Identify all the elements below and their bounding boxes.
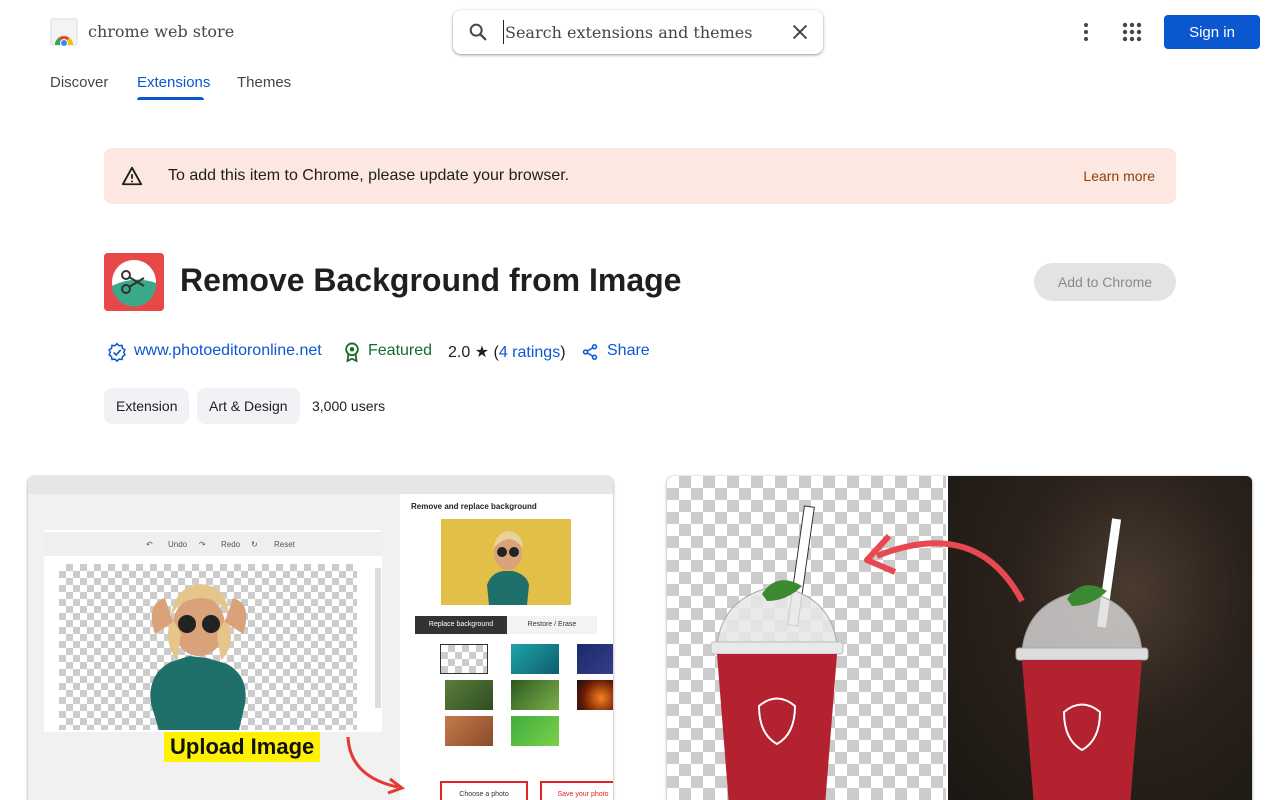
verified-badge-icon: [108, 342, 126, 362]
tab-extensions[interactable]: Extensions: [137, 74, 210, 91]
smoothie-cups-image: [710, 505, 1149, 800]
chip-extension[interactable]: Extension: [104, 388, 190, 424]
active-tab-indicator: [137, 97, 204, 100]
chrome-web-store-logo[interactable]: [50, 18, 78, 46]
canvas-scrollbar[interactable]: [375, 568, 381, 708]
panel-title: Remove and replace background: [411, 502, 537, 511]
tab-restore-erase[interactable]: Restore / Erase: [507, 616, 597, 634]
background-thumbnail[interactable]: [511, 644, 559, 674]
choose-photo-button[interactable]: Choose a photo: [440, 781, 528, 800]
update-browser-banner: To add this item to Chrome, please updat…: [104, 148, 1176, 204]
extension-title: Remove Background from Image: [180, 262, 682, 298]
screenshot-2[interactable]: [667, 476, 1252, 800]
chip-art-design[interactable]: Art & Design: [197, 388, 300, 424]
google-apps-icon[interactable]: [1120, 20, 1144, 44]
banner-message: To add this item to Chrome, please updat…: [168, 167, 570, 184]
background-thumbnail[interactable]: [511, 680, 559, 710]
preview-image: [441, 519, 571, 605]
learn-more-link[interactable]: Learn more: [1083, 168, 1155, 184]
background-tabs: Replace background Restore / Erase: [415, 616, 597, 634]
users-count: 3,000 users: [312, 398, 386, 414]
rating-open-paren: (: [489, 344, 499, 361]
background-thumbnail[interactable]: [440, 644, 488, 674]
warning-icon: [121, 166, 143, 186]
app-top-bar: [28, 476, 613, 494]
save-photo-button[interactable]: Save your photo: [540, 781, 613, 800]
woman-cutout-image: [150, 584, 247, 730]
share-button[interactable]: Share: [607, 342, 650, 360]
more-options-icon[interactable]: [1074, 20, 1098, 44]
add-to-chrome-button[interactable]: Add to Chrome: [1034, 263, 1176, 301]
screenshot-1[interactable]: ↶ Undo ↷ Redo ↻ Reset Remove and replace…: [28, 476, 613, 800]
background-thumbnail[interactable]: [511, 716, 559, 746]
undo-icon: ↶: [146, 540, 153, 549]
redo-label: Redo: [221, 540, 241, 549]
background-thumbnail[interactable]: [445, 680, 493, 710]
background-thumbnail[interactable]: [577, 680, 613, 710]
rating-value: 2.0: [448, 344, 471, 361]
reset-label: Reset: [274, 540, 295, 549]
share-icon[interactable]: [581, 343, 599, 361]
close-icon[interactable]: [789, 21, 811, 43]
search-box[interactable]: [453, 10, 823, 54]
featured-label: Featured: [368, 342, 433, 359]
reset-icon: ↻: [251, 540, 258, 549]
tab-discover[interactable]: Discover: [50, 74, 108, 91]
transparent-canvas: [59, 564, 357, 730]
tab-themes[interactable]: Themes: [237, 74, 291, 91]
upload-image-label: Upload Image: [164, 732, 321, 762]
rating: 2.0 ★ (4 ratings): [448, 342, 566, 362]
extension-icon: [104, 253, 164, 311]
ratings-link[interactable]: 4 ratings: [499, 344, 560, 361]
undo-label: Undo: [168, 540, 188, 549]
editor-toolbar: ↶ Undo ↷ Redo ↻ Reset: [44, 532, 382, 556]
sign-in-button[interactable]: Sign in: [1164, 15, 1260, 49]
tab-replace-background[interactable]: Replace background: [415, 616, 507, 634]
search-input[interactable]: [503, 20, 773, 44]
redo-icon: ↷: [199, 540, 206, 549]
search-icon[interactable]: [467, 21, 489, 43]
arrow-icon: [346, 736, 406, 795]
featured-badge-icon: [345, 342, 359, 362]
website-link[interactable]: www.photoeditoronline.net: [134, 342, 322, 360]
star-icon: ★: [474, 344, 490, 361]
replace-background-panel: Remove and replace background Replace ba…: [400, 494, 613, 800]
rating-close-paren: ): [560, 344, 566, 361]
background-thumbnail[interactable]: [577, 644, 613, 674]
background-thumbnail[interactable]: [445, 716, 493, 746]
store-name[interactable]: chrome web store: [88, 22, 234, 41]
